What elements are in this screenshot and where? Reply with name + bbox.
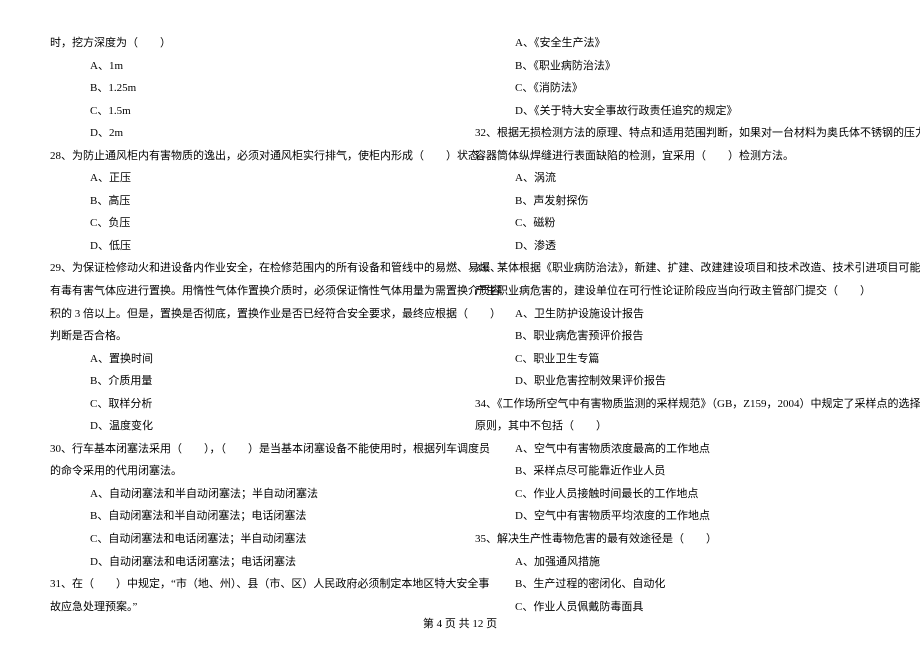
question-line: 积的 3 倍以上。但是，置换是否彻底，置换作业是否已经符合安全要求，最终应根据（… [50,303,445,326]
option-a: A、涡流 [475,167,870,190]
option-c: C、作业人员接触时间最长的工作地点 [475,483,870,506]
left-column: 时，挖方深度为（ ） A、1m B、1.25m C、1.5m D、2m 28、为… [50,32,445,618]
question-31: 31、在（ ）中规定，“市（地、州）、县（市、区）人民政府必须制定本地区特大安全… [50,573,445,596]
option-d: D、职业危害控制效果评价报告 [475,370,870,393]
question-28: 28、为防止通风柜内有害物质的逸出，必须对通风柜实行排气，使柜内形成（ ）状态。 [50,145,445,168]
question-line: 原则，其中不包括（ ） [475,415,870,438]
option-d: D、《关于特大安全事故行政责任追究的规定》 [475,100,870,123]
option-b: B、《职业病防治法》 [475,55,870,78]
question-33: 33、某体根据《职业病防治法》，新建、扩建、改建建设项目和技术改造、技术引进项目… [475,257,870,280]
option-a: A、空气中有害物质浓度最高的工作地点 [475,438,870,461]
option-b: B、职业病危害预评价报告 [475,325,870,348]
option-d: D、空气中有害物质平均浓度的工作地点 [475,505,870,528]
right-column: A、《安全生产法》 B、《职业病防治法》 C、《消防法》 D、《关于特大安全事故… [475,32,870,618]
option-c: C、负压 [50,212,445,235]
option-b: B、采样点尽可能靠近作业人员 [475,460,870,483]
option-c: C、自动闭塞法和电话闭塞法；半自动闭塞法 [50,528,445,551]
question-34: 34、《工作场所空气中有害物质监测的采样规范》（GB，Z159，2004）中规定… [475,393,870,416]
question-line: 判断是否合格。 [50,325,445,348]
option-b: B、声发射探伤 [475,190,870,213]
option-c: C、职业卫生专篇 [475,348,870,371]
question-line: 的命令采用的代用闭塞法。 [50,460,445,483]
option-b: B、介质用量 [50,370,445,393]
option-a: A、1m [50,55,445,78]
option-c: C、1.5m [50,100,445,123]
question-line: 容器筒体纵焊缝进行表面缺陷的检测，宜采用（ ）检测方法。 [475,145,870,168]
option-d: D、低压 [50,235,445,258]
option-a: A、《安全生产法》 [475,32,870,55]
question-30: 30、行车基本闭塞法采用（ ），（ ）是当基本闭塞设备不能使用时，根据列车调度员 [50,438,445,461]
option-d: D、自动闭塞法和电话闭塞法；电话闭塞法 [50,551,445,574]
page-footer: 第 4 页 共 12 页 [0,613,920,636]
question-35: 35、解决生产性毒物危害的最有效途径是（ ） [475,528,870,551]
option-a: A、卫生防护设施设计报告 [475,303,870,326]
option-b: B、生产过程的密闭化、自动化 [475,573,870,596]
option-a: A、加强通风措施 [475,551,870,574]
option-a: A、正压 [50,167,445,190]
option-a: A、置换时间 [50,348,445,371]
question-line: 产生职业病危害的，建设单位在可行性论证阶段应当向行政主管部门提交（ ） [475,280,870,303]
option-d: D、渗透 [475,235,870,258]
question-line: 有毒有害气体应进行置换。用惰性气体作置换介质时，必须保证惰性气体用量为需置换介质… [50,280,445,303]
question-29: 29、为保证检修动火和进设备内作业安全，在检修范围内的所有设备和管线中的易燃、易… [50,257,445,280]
document-page: 时，挖方深度为（ ） A、1m B、1.25m C、1.5m D、2m 28、为… [0,0,920,648]
question-line: 时，挖方深度为（ ） [50,32,445,55]
option-a: A、自动闭塞法和半自动闭塞法；半自动闭塞法 [50,483,445,506]
option-c: C、取样分析 [50,393,445,416]
option-c: C、磁粉 [475,212,870,235]
option-c: C、《消防法》 [475,77,870,100]
option-b: B、自动闭塞法和半自动闭塞法；电话闭塞法 [50,505,445,528]
option-b: B、1.25m [50,77,445,100]
option-b: B、高压 [50,190,445,213]
option-d: D、2m [50,122,445,145]
question-32: 32、根据无损检测方法的原理、特点和适用范围判断，如果对一台材料为奥氏体不锈钢的… [475,122,870,145]
option-d: D、温度变化 [50,415,445,438]
